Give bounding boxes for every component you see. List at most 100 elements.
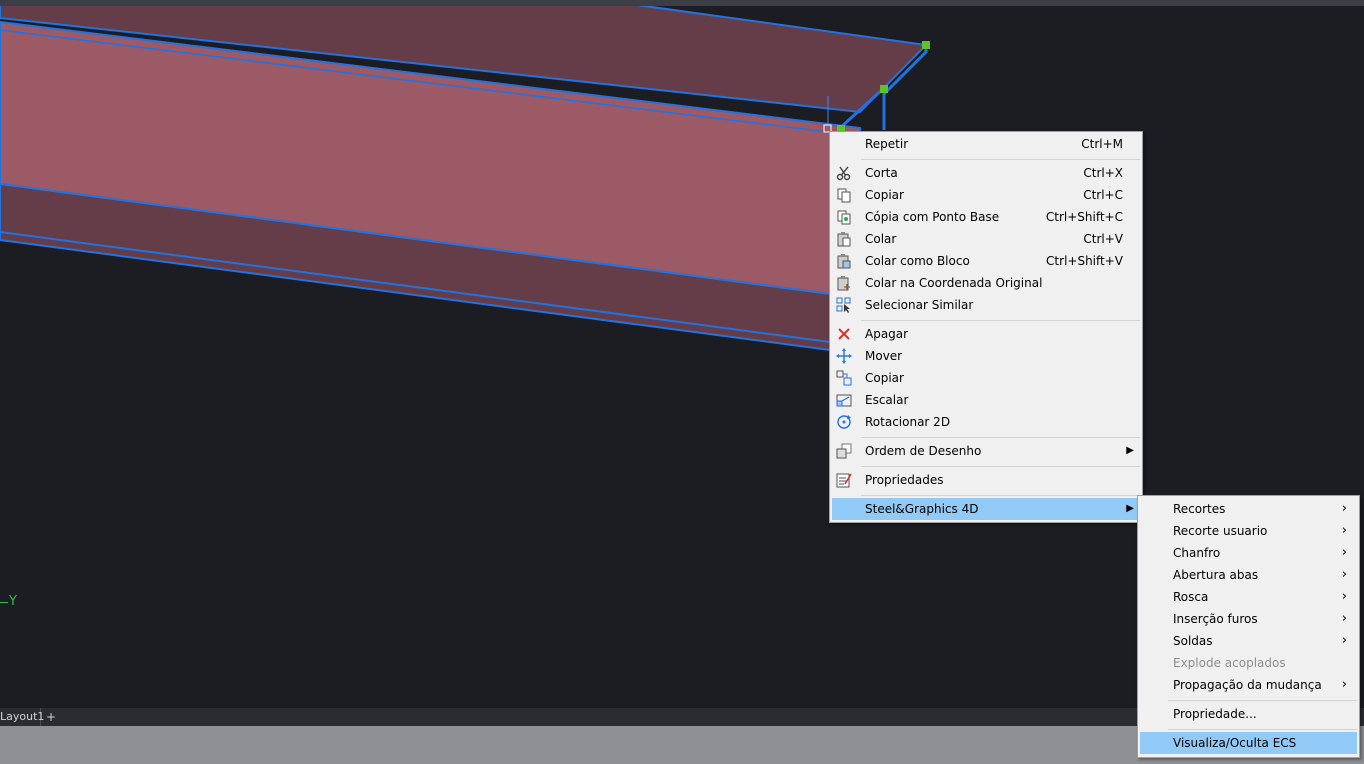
menu-item-mover[interactable]: Mover bbox=[832, 345, 1140, 367]
menu-item-label: Copiar bbox=[865, 188, 904, 202]
menu-item-label: Apagar bbox=[865, 327, 909, 341]
menu-item-copiar[interactable]: Copiar Ctrl+C bbox=[832, 184, 1140, 206]
add-layout-button[interactable]: + bbox=[44, 708, 58, 726]
menu-separator bbox=[861, 320, 1140, 321]
menu-item-shortcut: Ctrl+V bbox=[1083, 232, 1123, 246]
ucs-y-label: Y bbox=[9, 594, 17, 609]
submenu-item-propagacao-mudanca[interactable]: Propagação da mudança › bbox=[1140, 674, 1357, 696]
rotate-icon bbox=[837, 415, 851, 429]
menu-item-shortcut: Ctrl+Shift+V bbox=[1046, 254, 1123, 268]
menu-item-rotacionar-2d[interactable]: Rotacionar 2D bbox=[832, 411, 1140, 433]
copy-object-icon bbox=[836, 370, 852, 386]
submenu-arrow-icon: ▶ bbox=[1126, 503, 1134, 514]
menu-item-label: Chanfro bbox=[1173, 546, 1221, 560]
menu-separator bbox=[861, 159, 1140, 160]
chevron-right-icon: › bbox=[1341, 633, 1347, 648]
menu-item-repetir[interactable]: Repetir Ctrl+M bbox=[832, 133, 1140, 155]
scale-icon bbox=[836, 394, 852, 407]
scissors-icon bbox=[836, 166, 851, 181]
erase-icon bbox=[838, 328, 850, 340]
menu-item-label: Mover bbox=[865, 349, 903, 363]
menu-item-label: Copiar bbox=[865, 371, 904, 385]
menu-item-label: Corta bbox=[865, 166, 898, 180]
chevron-right-icon: › bbox=[1341, 589, 1347, 604]
menu-separator bbox=[1168, 729, 1357, 730]
menu-item-label: Explode acoplados bbox=[1173, 656, 1286, 670]
menu-item-shortcut: Ctrl+C bbox=[1083, 188, 1123, 202]
menu-item-label: Propriedades bbox=[865, 473, 944, 487]
menu-item-label: Rotacionar 2D bbox=[865, 415, 951, 429]
menu-item-steel-graphics-4d[interactable]: Steel&Graphics 4D ▶ bbox=[832, 498, 1140, 520]
menu-item-colar-como-bloco[interactable]: Colar como Bloco Ctrl+Shift+V bbox=[832, 250, 1140, 272]
menu-item-label: Ordem de Desenho bbox=[865, 444, 982, 458]
menu-separator bbox=[1168, 700, 1357, 701]
menu-item-corta[interactable]: Corta Ctrl+X bbox=[832, 162, 1140, 184]
copy-base-point-icon bbox=[837, 210, 851, 225]
menu-item-colar-coordenada-original[interactable]: Colar na Coordenada Original bbox=[832, 272, 1140, 294]
properties-icon bbox=[836, 473, 852, 488]
submenu-item-recorte-usuario[interactable]: Recorte usuario › bbox=[1140, 520, 1357, 542]
submenu-item-propriedade[interactable]: Propriedade... bbox=[1140, 703, 1357, 725]
menu-item-label: Propriedade... bbox=[1173, 707, 1257, 721]
context-menu: Repetir Ctrl+M Corta Ctrl+X Copiar Ctrl+… bbox=[829, 131, 1143, 523]
menu-item-label: Recortes bbox=[1173, 502, 1226, 516]
submenu-item-visualiza-oculta-ecs[interactable]: Visualiza/Oculta ECS bbox=[1140, 732, 1357, 754]
steel-graphics-submenu: Recortes › Recorte usuario › Chanfro › A… bbox=[1137, 495, 1360, 758]
menu-item-copia-ponto-base[interactable]: Cópia com Ponto Base Ctrl+Shift+C bbox=[832, 206, 1140, 228]
menu-item-label: Propagação da mudança bbox=[1173, 678, 1322, 692]
submenu-item-insercao-furos[interactable]: Inserção furos › bbox=[1140, 608, 1357, 630]
menu-item-copiar-objeto[interactable]: Copiar bbox=[832, 367, 1140, 389]
menu-item-apagar[interactable]: Apagar bbox=[832, 323, 1140, 345]
submenu-item-chanfro[interactable]: Chanfro › bbox=[1140, 542, 1357, 564]
menu-item-selecionar-similar[interactable]: Selecionar Similar bbox=[832, 294, 1140, 316]
menu-item-label: Steel&Graphics 4D bbox=[865, 502, 979, 516]
chevron-right-icon: › bbox=[1341, 567, 1347, 582]
submenu-item-abertura-abas[interactable]: Abertura abas › bbox=[1140, 564, 1357, 586]
menu-item-colar[interactable]: Colar Ctrl+V bbox=[832, 228, 1140, 250]
menu-item-label: Colar como Bloco bbox=[865, 254, 970, 268]
chevron-right-icon: › bbox=[1341, 501, 1347, 516]
menu-separator bbox=[861, 437, 1140, 438]
chevron-right-icon: › bbox=[1341, 545, 1347, 560]
menu-separator bbox=[861, 495, 1140, 496]
menu-item-label: Soldas bbox=[1173, 634, 1213, 648]
ucs-axis-line bbox=[0, 602, 8, 603]
paste-original-icon bbox=[837, 276, 850, 291]
menu-item-label: Abertura abas bbox=[1173, 568, 1259, 582]
menu-separator bbox=[861, 466, 1140, 467]
chevron-right-icon: › bbox=[1341, 523, 1347, 538]
submenu-item-explode-acoplados: Explode acoplados bbox=[1140, 652, 1357, 674]
select-similar-icon bbox=[836, 297, 851, 313]
menu-item-label: Repetir bbox=[865, 137, 909, 151]
top-bar bbox=[0, 0, 1364, 6]
menu-item-propriedades[interactable]: Propriedades bbox=[832, 469, 1140, 491]
menu-item-shortcut: Ctrl+X bbox=[1083, 166, 1123, 180]
paste-block-icon bbox=[837, 254, 851, 269]
menu-item-label: Cópia com Ponto Base bbox=[865, 210, 1000, 224]
menu-item-label: Selecionar Similar bbox=[865, 298, 974, 312]
submenu-item-soldas[interactable]: Soldas › bbox=[1140, 630, 1357, 652]
menu-item-label: Colar na Coordenada Original bbox=[865, 276, 1043, 290]
menu-item-label: Recorte usuario bbox=[1173, 524, 1268, 538]
submenu-arrow-icon: ▶ bbox=[1126, 445, 1134, 456]
menu-item-label: Colar bbox=[865, 232, 897, 246]
menu-item-ordem-de-desenho[interactable]: Ordem de Desenho ▶ bbox=[832, 440, 1140, 462]
grip-point[interactable] bbox=[880, 85, 888, 93]
chevron-right-icon: › bbox=[1341, 677, 1347, 692]
submenu-item-recortes[interactable]: Recortes › bbox=[1140, 498, 1357, 520]
submenu-item-rosca[interactable]: Rosca › bbox=[1140, 586, 1357, 608]
paste-icon bbox=[837, 232, 851, 247]
draw-order-icon bbox=[836, 443, 852, 459]
menu-item-shortcut: Ctrl+M bbox=[1081, 137, 1123, 151]
menu-item-label: Rosca bbox=[1173, 590, 1209, 604]
menu-item-shortcut: Ctrl+Shift+C bbox=[1045, 210, 1123, 224]
grip-point[interactable] bbox=[922, 41, 930, 49]
menu-item-label: Visualiza/Oculta ECS bbox=[1173, 736, 1297, 750]
menu-item-escalar[interactable]: Escalar bbox=[832, 389, 1140, 411]
menu-item-label: Inserção furos bbox=[1173, 612, 1258, 626]
tab-layout1[interactable]: Layout1 bbox=[0, 708, 44, 726]
menu-item-label: Escalar bbox=[865, 393, 909, 407]
move-icon bbox=[836, 348, 852, 364]
chevron-right-icon: › bbox=[1341, 611, 1347, 626]
copy-icon bbox=[837, 188, 851, 203]
